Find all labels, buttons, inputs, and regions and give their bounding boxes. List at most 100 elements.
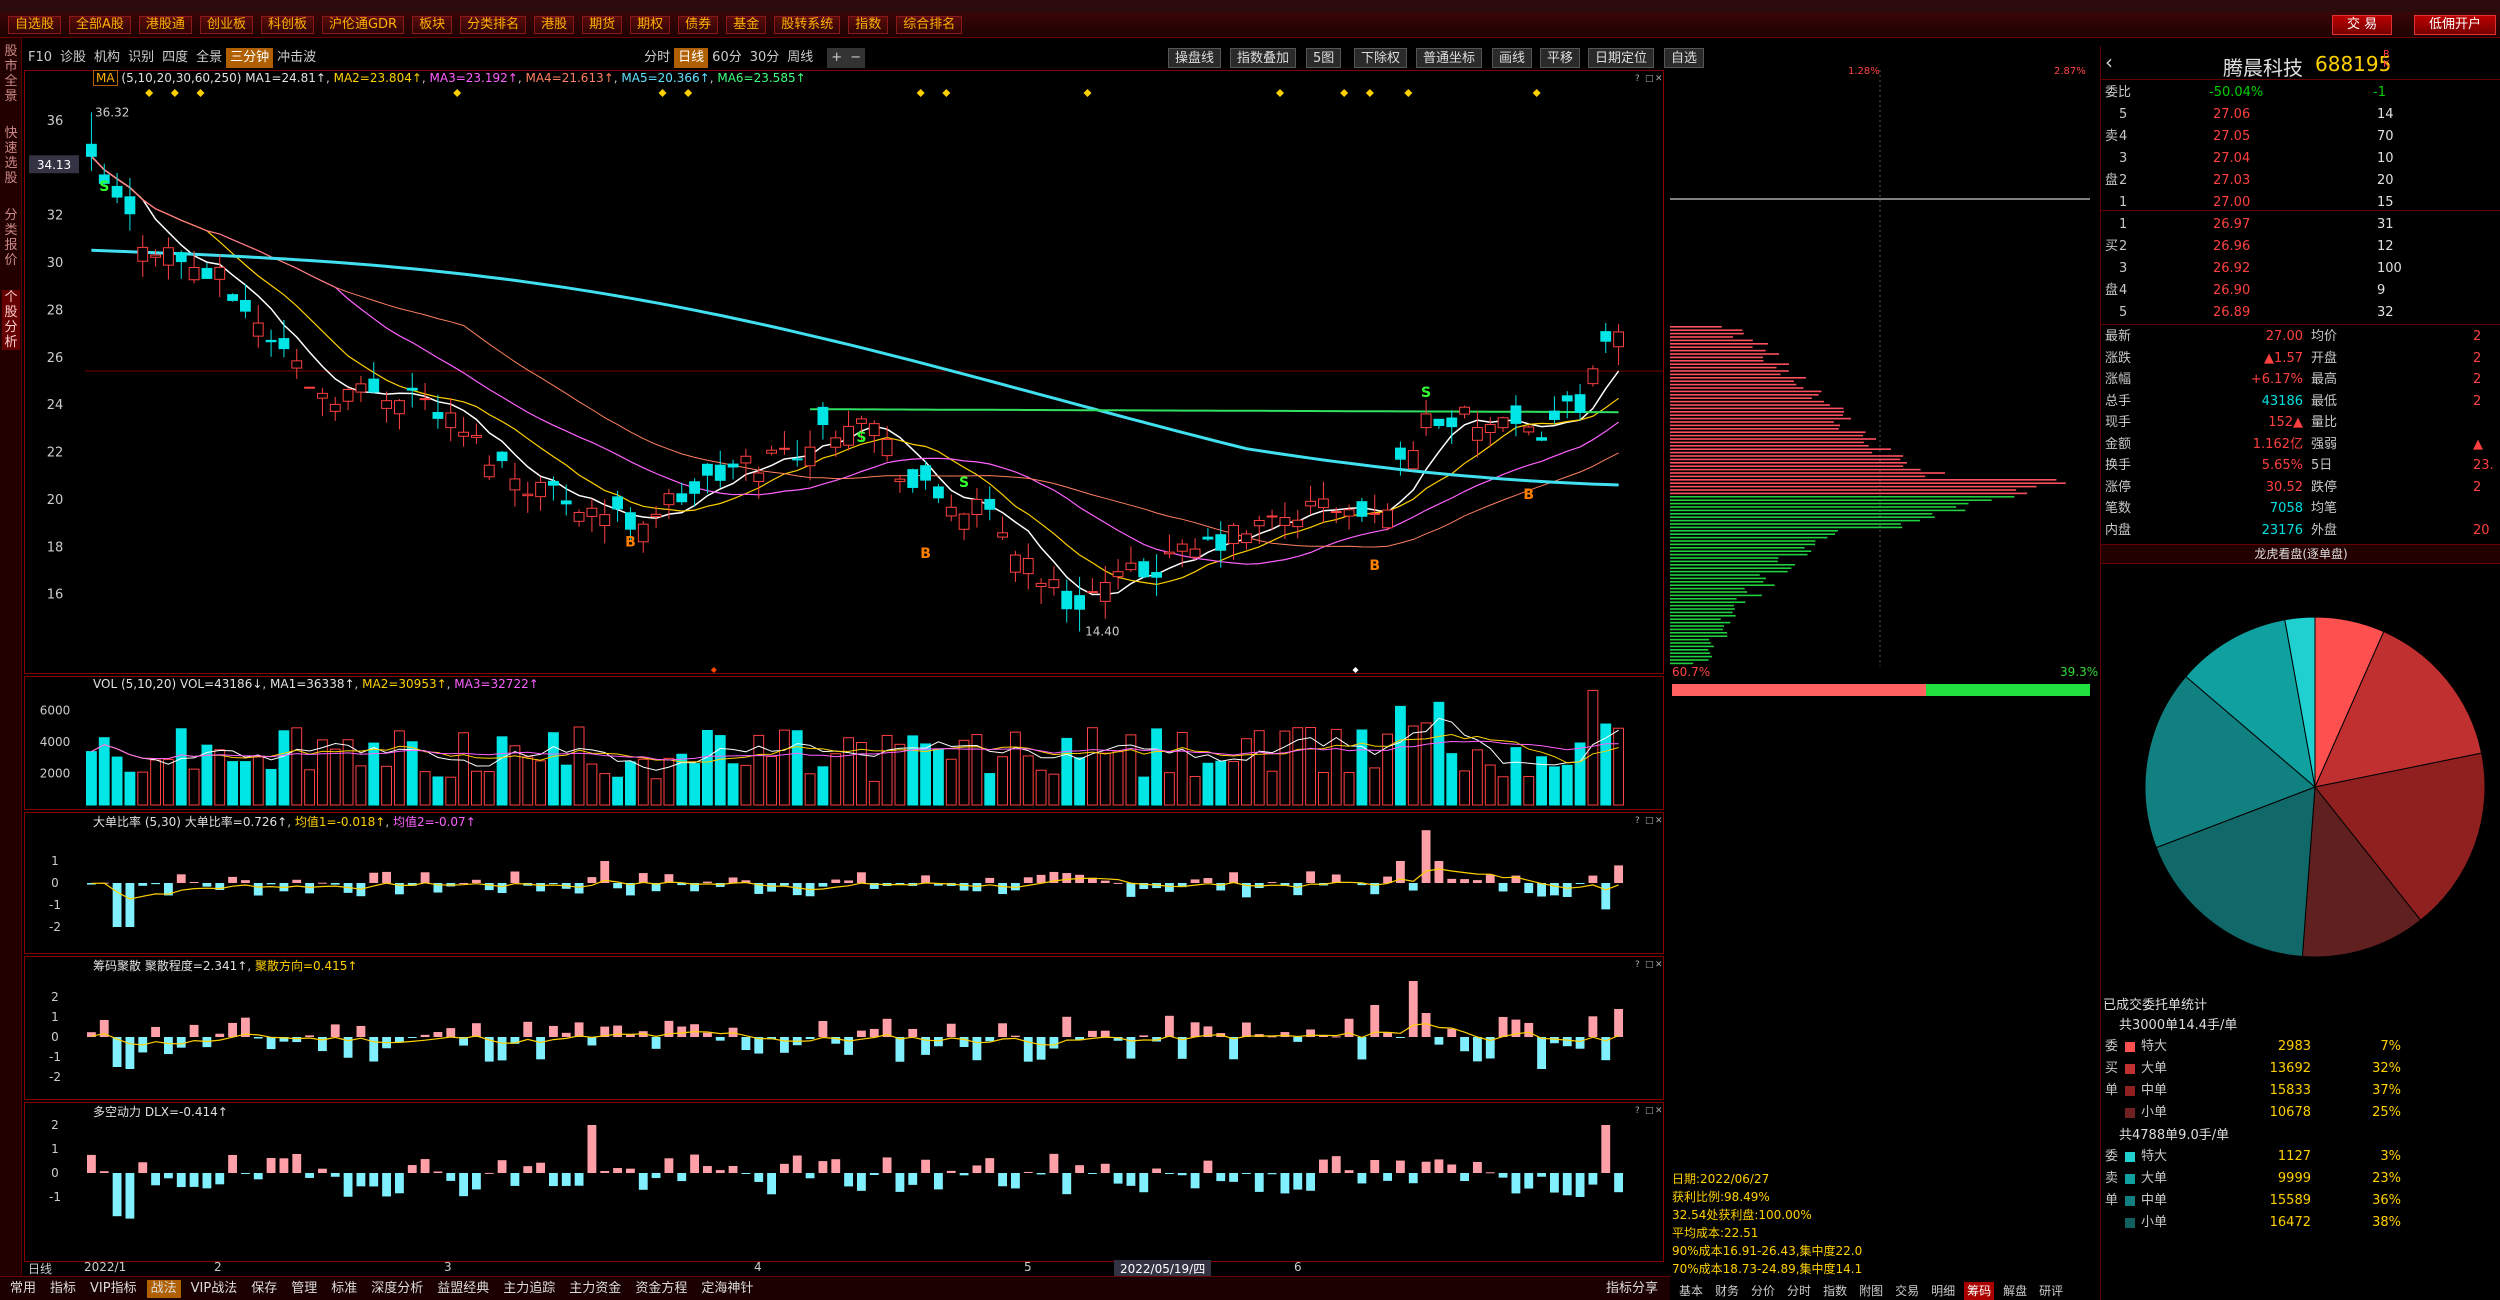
- toolbar-right-3[interactable]: 下除权: [1354, 48, 1408, 68]
- toolbar-left-4[interactable]: 四度: [158, 48, 192, 68]
- chip-distribution-chart[interactable]: 1.28% 2.87% 60.7% 39.3%: [1670, 46, 2098, 1300]
- toolbar-left-6[interactable]: 三分钟: [226, 48, 274, 68]
- toolbar-left-0[interactable]: F10: [24, 48, 56, 68]
- toolbar-left-3[interactable]: 识别: [124, 48, 158, 68]
- period-tab-4[interactable]: 周线: [783, 48, 817, 68]
- trade-button[interactable]: 交 易: [2332, 15, 2393, 35]
- bottom-tab-11[interactable]: 主力资金: [565, 1280, 625, 1298]
- menu-item-0[interactable]: 自选股: [8, 15, 62, 34]
- toolbar-left-5[interactable]: 全景: [192, 48, 226, 68]
- period-tab-0[interactable]: 分时: [640, 48, 674, 68]
- menu-item-3[interactable]: 创业板: [199, 15, 253, 34]
- bottom-tab-3[interactable]: 战法: [146, 1279, 181, 1298]
- zoom-in-button[interactable]: +: [827, 48, 847, 68]
- large-order-ratio-panel[interactable]: 大单比率 (5,30) 大单比率=0.726↑, 均值1=-0.018↑, 均值…: [24, 812, 1664, 954]
- chip-tab-0[interactable]: 基本: [1676, 1282, 1706, 1300]
- menu-item-10[interactable]: 期权: [630, 15, 671, 34]
- toolbar-right-5[interactable]: 画线: [1492, 48, 1533, 68]
- chip-bar: [1670, 445, 1869, 447]
- bottom-tab-4[interactable]: VIP战法: [187, 1280, 242, 1298]
- menu-item-12[interactable]: 基金: [726, 15, 767, 34]
- chip-tab-8[interactable]: 筹码: [1964, 1282, 1995, 1300]
- toolbar-right-2[interactable]: 5图: [1306, 48, 1342, 68]
- chip-tab-4[interactable]: 指数: [1820, 1282, 1850, 1300]
- chip-tab-9[interactable]: 解盘: [2000, 1282, 2030, 1300]
- menu-item-14[interactable]: 指数: [848, 15, 889, 34]
- menu-item-7[interactable]: 分类排名: [460, 15, 527, 34]
- candlestick-chart[interactable]: 363432302826242220181636.3214.4034.13SSS…: [25, 71, 1663, 673]
- ask-row[interactable]: 3 27.04 10: [2101, 148, 2500, 170]
- ask-row[interactable]: 5 27.06 14: [2101, 104, 2500, 126]
- bottom-tab-12[interactable]: 资金方程: [631, 1280, 691, 1298]
- menu-item-6[interactable]: 板块: [412, 15, 453, 34]
- bull-bear-power-panel[interactable]: 多空动力 DLX=-0.414↑ 2 1 0 -1? □ ✕: [24, 1102, 1664, 1262]
- toolbar-right-6[interactable]: 平移: [1540, 48, 1581, 68]
- bottom-tab-2[interactable]: VIP指标: [86, 1280, 141, 1298]
- bottom-tab-8[interactable]: 深度分析: [367, 1280, 427, 1298]
- bottom-tab-7[interactable]: 标准: [327, 1280, 361, 1298]
- menu-item-5[interactable]: 沪伦通GDR: [321, 15, 405, 34]
- bottom-tab-14[interactable]: 指标分享: [1602, 1280, 1662, 1298]
- chip-tab-10[interactable]: 研评: [2036, 1282, 2066, 1300]
- toolbar-left-7[interactable]: 冲击波: [273, 48, 320, 68]
- menu-item-11[interactable]: 债券: [678, 15, 719, 34]
- chip-tab-2[interactable]: 分价: [1748, 1282, 1778, 1300]
- price-panel[interactable]: MA (5,10,20,30,60,250) MA1=24.81↑, MA2=2…: [24, 70, 1664, 674]
- period-tab-2[interactable]: 60分: [708, 48, 746, 68]
- bid-row[interactable]: 盘 4 26.90 9: [2101, 280, 2500, 302]
- chip-tab-3[interactable]: 分时: [1784, 1282, 1814, 1300]
- menu-item-4[interactable]: 科创板: [260, 15, 314, 34]
- back-icon[interactable]: ‹: [2105, 50, 2113, 74]
- ask-row[interactable]: 盘 2 27.03 20: [2101, 170, 2500, 192]
- toolbar-right-1[interactable]: 指数叠加: [1230, 48, 1297, 68]
- toolbar-right-4[interactable]: 普通坐标: [1416, 48, 1483, 68]
- volume-panel[interactable]: VOL (5,10,20) VOL=43186↓, MA1=36338↑, MA…: [24, 676, 1664, 810]
- toolbar-right-0[interactable]: 操盘线: [1168, 48, 1222, 68]
- bid-row[interactable]: 买 2 26.96 12: [2101, 236, 2500, 258]
- left-tab-0[interactable]: 股市全景: [2, 44, 20, 104]
- bottom-tab-6[interactable]: 管理: [287, 1280, 321, 1298]
- ask-row[interactable]: 卖 4 27.05 70: [2101, 126, 2500, 148]
- chip-tab-7[interactable]: 明细: [1928, 1282, 1958, 1300]
- left-tab-3[interactable]: 个股分析: [2, 290, 20, 350]
- chip-tab-5[interactable]: 附图: [1856, 1282, 1886, 1300]
- menu-item-8[interactable]: 港股: [534, 15, 575, 34]
- toolbar-left-2[interactable]: 机构: [90, 48, 124, 68]
- volume-chart[interactable]: 6000 4000 2000: [25, 677, 1663, 809]
- menu-item-9[interactable]: 期货: [582, 15, 623, 34]
- chip-tab-6[interactable]: 交易: [1892, 1282, 1922, 1300]
- indicator-bar: [1460, 1037, 1469, 1052]
- bottom-tab-9[interactable]: 益盟经典: [433, 1280, 493, 1298]
- chip-concentration-chart[interactable]: 2 1 0 -1 -2? □ ✕: [25, 957, 1663, 1099]
- period-selector[interactable]: 日线: [28, 1260, 52, 1277]
- bull-bear-power-chart[interactable]: 2 1 0 -1? □ ✕: [25, 1103, 1663, 1261]
- bottom-tab-0[interactable]: 常用: [6, 1280, 40, 1298]
- chip-tab-1[interactable]: 财务: [1712, 1282, 1742, 1300]
- toolbar-right-7[interactable]: 日期定位: [1588, 48, 1655, 68]
- left-tab-2[interactable]: 分类报价: [2, 208, 20, 268]
- left-tab-1[interactable]: 快速选股: [2, 126, 20, 186]
- menu-item-2[interactable]: 港股通: [138, 15, 192, 34]
- zoom-out-button[interactable]: −: [846, 48, 866, 68]
- menu-item-1[interactable]: 全部A股: [69, 15, 131, 34]
- menu-item-13[interactable]: 股转系统: [774, 15, 841, 34]
- bid-row[interactable]: 5 26.89 32: [2101, 302, 2500, 324]
- open-account-button[interactable]: 低佣开户: [2414, 15, 2497, 35]
- chip-concentration-panel[interactable]: 筹码聚散 聚散程度=2.341↑, 聚散方向=0.415↑ 2 1 0 -1 -2? □ ✕: [24, 956, 1664, 1100]
- bottom-tab-13[interactable]: 定海神针: [697, 1280, 757, 1298]
- bottom-tab-5[interactable]: 保存: [247, 1280, 281, 1298]
- period-tab-3[interactable]: 30分: [746, 48, 784, 68]
- panel-control-icon: ?: [1635, 1106, 1640, 1116]
- large-order-ratio-chart[interactable]: 1 0 -1 -2? □ ✕: [25, 813, 1663, 953]
- bottom-tab-10[interactable]: 主力追踪: [499, 1280, 559, 1298]
- chip-bar: [1670, 458, 1901, 461]
- ask-volume: 20: [2377, 173, 2394, 188]
- period-tab-1[interactable]: 日线: [674, 48, 709, 68]
- chip-bar: [1670, 349, 1766, 352]
- stat-value: 27.00: [2265, 329, 2303, 344]
- menu-item-15[interactable]: 综合排名: [896, 15, 963, 34]
- bid-row[interactable]: 3 26.92 100: [2101, 258, 2500, 280]
- toolbar-left-1[interactable]: 诊股: [56, 48, 90, 68]
- bid-row[interactable]: 1 26.97 31: [2101, 214, 2500, 236]
- bottom-tab-1[interactable]: 指标: [46, 1280, 80, 1298]
